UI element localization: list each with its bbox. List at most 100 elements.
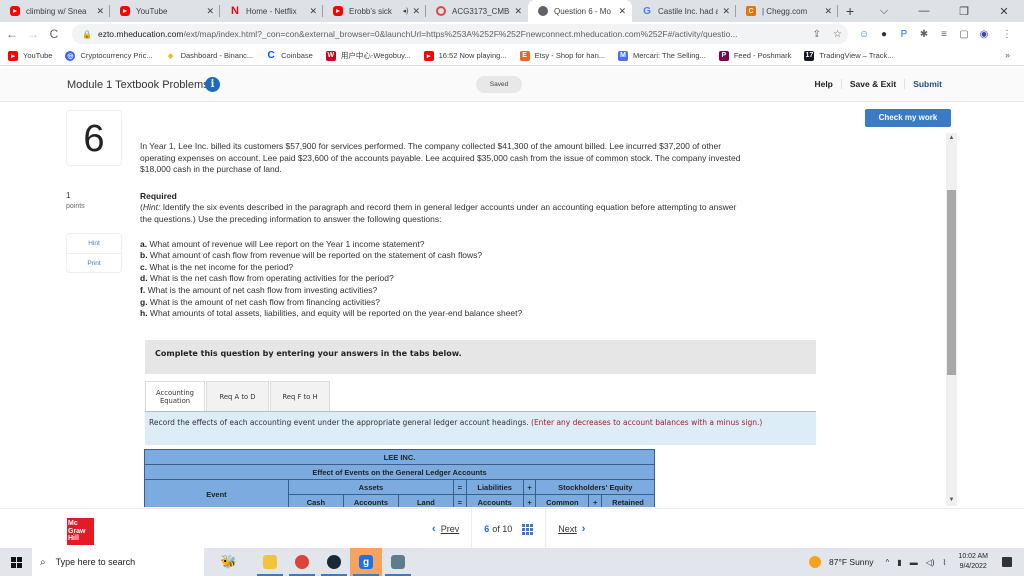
question-grid-icon[interactable] [522, 523, 534, 535]
maximize-button[interactable]: ❐ [944, 5, 984, 18]
bookmark-mercari[interactable]: M Mercari: The Selling... [618, 50, 706, 61]
share-icon[interactable]: ⇪ [813, 29, 821, 40]
tab-req-a-to-d[interactable]: Req A to D [206, 381, 269, 411]
browser-tab-active[interactable]: Question 6 - Mo ✕ [528, 0, 632, 22]
volume-icon[interactable]: ◁) [926, 558, 935, 567]
start-button[interactable] [0, 548, 32, 576]
ledger-plus: + [522, 494, 537, 507]
extension-p-icon[interactable]: P [895, 24, 913, 44]
clock-date: 9/4/2022 [959, 563, 987, 570]
hint-button[interactable]: Hint [67, 234, 121, 254]
required-heading: Required [140, 190, 177, 201]
youtube-icon [10, 6, 20, 16]
bookmark-coinbase[interactable]: C Coinbase [266, 50, 313, 61]
extension-metamask-icon[interactable]: ● [875, 24, 893, 44]
search-icon: ⌕ [40, 556, 46, 568]
close-tab-icon[interactable]: ✕ [309, 6, 317, 17]
ledger-liabilities-header: Liabilities [465, 479, 524, 495]
close-tab-icon[interactable]: ✕ [618, 6, 626, 17]
side-panel-icon[interactable]: ▢ [955, 24, 973, 44]
show-hidden-icons[interactable]: ^ [886, 558, 890, 567]
ledger-equals: = [452, 479, 467, 495]
youtube-icon [120, 6, 130, 16]
speaker-icon[interactable]: ◂) [403, 7, 409, 15]
forward-button[interactable]: → [24, 27, 42, 41]
scroll-down-icon[interactable]: ▼ [946, 496, 957, 504]
bookmark-poshmark[interactable]: P Feed - Poshmark [718, 50, 791, 61]
more-bookmarks-icon[interactable]: » [1005, 50, 1010, 60]
system-clock[interactable]: 10:02 AM 9/4/2022 [958, 552, 988, 572]
taskbar-search[interactable]: ⌕ Type here to search [32, 548, 204, 576]
question-letter: g. [140, 296, 148, 307]
address-bar[interactable]: 🔒 ezto.mheducation.com /ext/map/index.ht… [72, 24, 848, 44]
minimize-button[interactable]: — [904, 5, 944, 17]
microphone-icon[interactable]: ▮ [897, 558, 901, 567]
bookmark-tradingview[interactable]: 17 TradingView – Track... [804, 50, 894, 61]
extensions-puzzle-icon[interactable]: ✱ [915, 24, 933, 44]
bookmark-wegobuy[interactable]: W 用户中心-Wegobuy... [325, 50, 411, 61]
close-tab-icon[interactable]: ✕ [514, 6, 522, 17]
taskbar-calculator[interactable] [382, 548, 414, 576]
browser-tab[interactable]: G Castile Inc. had a ✕ [632, 0, 736, 22]
battery-icon[interactable]: ▬ [910, 558, 918, 567]
hint-label: Hint: [142, 202, 161, 213]
bookmark-now-playing[interactable]: ▸ 16:52 Now playing... [423, 50, 507, 61]
close-tab-icon[interactable]: ✕ [824, 6, 832, 17]
check-my-work-button[interactable]: Check my work [865, 109, 951, 127]
browser-tab[interactable]: Erobb's sick ◂) ✕ [323, 0, 426, 22]
taskbar-chrome[interactable] [286, 548, 318, 576]
bookmark-youtube[interactable]: ▸ YouTube [8, 50, 52, 61]
browser-tab[interactable]: N Home - Netflix ✕ [220, 0, 323, 22]
close-tab-icon[interactable]: ✕ [96, 6, 104, 17]
network-icon[interactable]: ⌇ [943, 558, 947, 567]
tab-title: | Chegg.com [762, 6, 808, 16]
close-tab-icon[interactable]: ✕ [206, 6, 214, 17]
close-tab-icon[interactable]: ✕ [722, 6, 730, 17]
browser-toolbar: ← → C 🔒 ezto.mheducation.com /ext/map/in… [0, 22, 1024, 46]
weather-text[interactable]: 87°F Sunny [829, 557, 874, 567]
notifications-icon[interactable] [1002, 557, 1012, 567]
print-button[interactable]: Print [67, 254, 121, 274]
ledger-col-common-stock: Common [535, 494, 590, 507]
bookmark-star-icon[interactable]: ☆ [833, 29, 842, 40]
browser-tab[interactable]: climbing w/ Snea ✕ [0, 0, 110, 22]
next-button[interactable]: Next › [545, 509, 597, 549]
window-controls: ⌵ — ❐ ✕ [864, 0, 1024, 22]
bookmark-binance[interactable]: ◈ Dashboard - Binanc... [166, 51, 253, 61]
lock-icon[interactable]: 🔒 [82, 30, 92, 39]
bookmark-etsy[interactable]: E Etsy - Shop for han... [519, 50, 605, 61]
tab-search-button[interactable]: ⌵ [864, 5, 904, 18]
browser-menu-icon[interactable]: ⋮ [998, 24, 1016, 44]
tab-req-f-to-h[interactable]: Req F to H [270, 381, 330, 411]
reading-list-icon[interactable]: ≡ [935, 24, 953, 44]
browser-tab[interactable]: C | Chegg.com ✕ [736, 0, 838, 22]
browser-tab[interactable]: YouTube ✕ [110, 0, 220, 22]
info-icon[interactable]: i [205, 77, 220, 92]
ledger-subtitle: Effect of Events on the General Ledger A… [144, 464, 655, 480]
help-link[interactable]: Help [806, 79, 840, 89]
close-tab-icon[interactable]: ✕ [412, 6, 420, 17]
prev-button[interactable]: ‹ Prev [420, 509, 471, 549]
bookmark-coinmarketcap[interactable]: ◎ Cryptocurrency Pric... [65, 50, 153, 61]
taskbar-g-app[interactable]: g [350, 548, 382, 576]
coinbase-icon: C [267, 50, 275, 61]
tab-accounting-equation[interactable]: Accounting Equation [145, 381, 205, 411]
reload-button[interactable]: C [45, 27, 63, 41]
new-tab-button[interactable]: + [846, 0, 854, 22]
taskbar-file-explorer[interactable] [254, 548, 286, 576]
submit-link[interactable]: Submit [904, 79, 950, 89]
scroll-up-icon[interactable]: ▲ [946, 134, 957, 142]
search-highlight-image[interactable]: 🐝 [204, 548, 254, 576]
taskbar-steam[interactable] [318, 548, 350, 576]
instruction-bar: Complete this question by entering your … [145, 340, 816, 374]
url-domain: ezto.mheducation.com [97, 29, 184, 39]
back-button[interactable]: ← [3, 27, 21, 41]
save-exit-link[interactable]: Save & Exit [840, 79, 904, 89]
close-window-button[interactable]: ✕ [984, 5, 1024, 18]
extension-smiley-icon[interactable]: ☺ [855, 24, 873, 44]
scrollbar-thumb[interactable] [947, 190, 956, 375]
profile-avatar[interactable]: ◉ [975, 24, 993, 44]
question-total: of 10 [492, 524, 513, 534]
question-item: b. What amount of cash flow from revenue… [140, 250, 750, 262]
browser-tab[interactable]: ACG3173_CMB-2 ✕ [426, 0, 528, 22]
